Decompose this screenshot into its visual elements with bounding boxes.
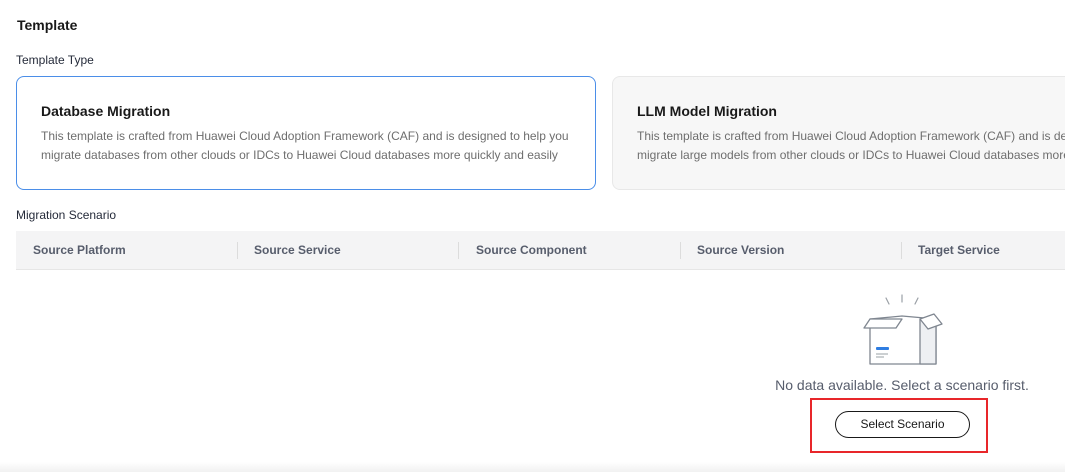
card-title: LLM Model Migration <box>637 103 777 119</box>
column-header-target-service: Target Service <box>918 243 1000 257</box>
empty-state-text: No data available. Select a scenario fir… <box>775 377 1029 393</box>
card-description: This template is crafted from Huawei Clo… <box>41 129 569 162</box>
column-divider <box>901 242 902 259</box>
template-card-llm-model-migration[interactable]: LLM Model Migration This template is cra… <box>612 76 1065 190</box>
section-title: Template <box>17 17 78 33</box>
template-type-label: Template Type <box>16 53 94 67</box>
template-page: Template Template Type Database Migratio… <box>0 0 1065 472</box>
column-header-source-component: Source Component <box>476 243 587 257</box>
card-description-line: migrate large models from other clouds o… <box>637 148 1065 162</box>
card-title: Database Migration <box>41 103 171 119</box>
card-description: This template is crafted from Huawei Clo… <box>637 127 1065 165</box>
migration-scenario-label: Migration Scenario <box>16 208 117 222</box>
column-divider <box>680 242 681 259</box>
column-divider <box>237 242 238 259</box>
scenario-table-header: Source Platform Source Service Source Co… <box>16 231 1065 270</box>
column-header-source-service: Source Service <box>254 243 341 257</box>
template-card-database-migration[interactable]: Database Migration This template is craf… <box>16 76 596 190</box>
empty-box-icon <box>863 294 943 365</box>
column-header-source-platform: Source Platform <box>33 243 126 257</box>
column-header-source-version: Source Version <box>697 243 785 257</box>
select-scenario-button[interactable]: Select Scenario <box>835 411 970 438</box>
column-divider <box>458 242 459 259</box>
bottom-divider <box>0 462 1065 472</box>
card-description-line: This template is crafted from Huawei Clo… <box>637 129 1065 143</box>
